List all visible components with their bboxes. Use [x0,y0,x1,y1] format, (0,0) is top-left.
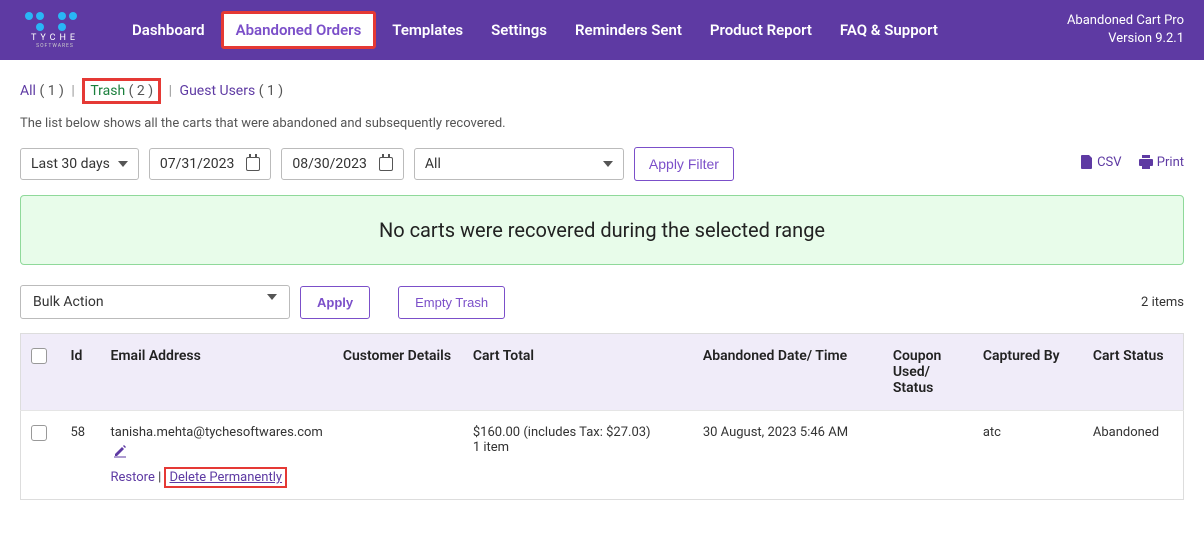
cell-status: Abandoned [1083,411,1184,500]
apply-filter-button[interactable]: Apply Filter [634,147,734,181]
nav-dashboard[interactable]: Dashboard [120,11,217,49]
print-icon [1139,155,1153,169]
table-row: 58 tanisha.mehta@tychesoftwares.com Rest… [21,411,1184,500]
filter-link-trash[interactable]: Trash ( 2 ) [82,78,161,104]
nav-reminders-sent[interactable]: Reminders Sent [563,11,694,49]
status-filter-links: All ( 1 ) | Trash ( 2 ) | Guest Users ( … [20,78,1184,104]
filter-controls: Last 30 days 07/31/2023 08/30/2023 All A… [20,147,734,181]
date-to-input[interactable]: 08/30/2023 [281,148,404,180]
bulk-apply-button[interactable]: Apply [300,286,370,319]
cell-id: 58 [61,411,101,500]
col-customer: Customer Details [333,334,463,411]
delete-permanently-link[interactable]: Delete Permanently [164,467,287,488]
nav-templates[interactable]: Templates [380,11,475,49]
print-link[interactable]: Print [1139,155,1184,170]
carts-table: Id Email Address Customer Details Cart T… [20,333,1184,500]
status-select[interactable]: All [414,148,624,180]
version-number: Version 9.2.1 [1067,30,1184,48]
col-email: Email Address [101,334,333,411]
caret-down-icon [267,294,277,310]
col-id: Id [61,334,101,411]
restore-link[interactable]: Restore [111,470,155,485]
info-alert: No carts were recovered during the selec… [20,195,1184,265]
date-range-select[interactable]: Last 30 days [20,148,139,180]
cell-total: $160.00 (includes Tax: $27.03) 1 item [463,411,693,500]
row-checkbox[interactable] [31,425,47,441]
nav-faq-support[interactable]: FAQ & Support [828,11,950,49]
date-from-input[interactable]: 07/31/2023 [149,148,272,180]
calendar-icon [246,157,260,171]
col-captured: Captured By [973,334,1083,411]
export-links: CSV Print [1067,155,1184,174]
separator: | [71,83,74,99]
cell-date: 30 August, 2023 5:46 AM [693,411,883,500]
logo-text: TYCHE [31,33,79,43]
cell-coupon [883,411,973,500]
filter-link-all[interactable]: All ( 1 ) [20,83,64,99]
col-total: Cart Total [463,334,693,411]
select-all-checkbox[interactable] [31,348,47,364]
logo: TYCHE SOFTWARES [20,12,90,49]
cell-customer [333,411,463,500]
calendar-icon [379,157,393,171]
caret-down-icon [603,161,613,167]
col-date: Abandoned Date/ Time [693,334,883,411]
caret-down-icon [118,161,128,167]
bulk-action-select[interactable]: Bulk Action [20,285,290,319]
col-coupon: Coupon Used/ Status [883,334,973,411]
nav-product-report[interactable]: Product Report [698,11,824,49]
nav-abandoned-orders[interactable]: Abandoned Orders [221,11,377,49]
version-info: Abandoned Cart Pro Version 9.2.1 [1067,12,1184,48]
item-count: 2 items [1141,295,1184,310]
logo-subtext: SOFTWARES [36,43,74,49]
cell-captured: atc [973,411,1083,500]
cell-email: tanisha.mehta@tychesoftwares.com Restore… [101,411,333,500]
separator: | [169,83,172,99]
col-status: Cart Status [1083,334,1184,411]
version-title: Abandoned Cart Pro [1067,12,1184,30]
page-subtitle: The list below shows all the carts that … [20,116,1184,131]
filter-link-guest-users[interactable]: Guest Users ( 1 ) [180,83,284,99]
nav-settings[interactable]: Settings [479,11,559,49]
file-icon [1081,155,1093,169]
main-nav: Dashboard Abandoned Orders Templates Set… [120,11,1067,49]
edit-icon[interactable] [113,447,127,462]
export-csv-link[interactable]: CSV [1081,155,1121,170]
empty-trash-button[interactable]: Empty Trash [398,286,505,319]
